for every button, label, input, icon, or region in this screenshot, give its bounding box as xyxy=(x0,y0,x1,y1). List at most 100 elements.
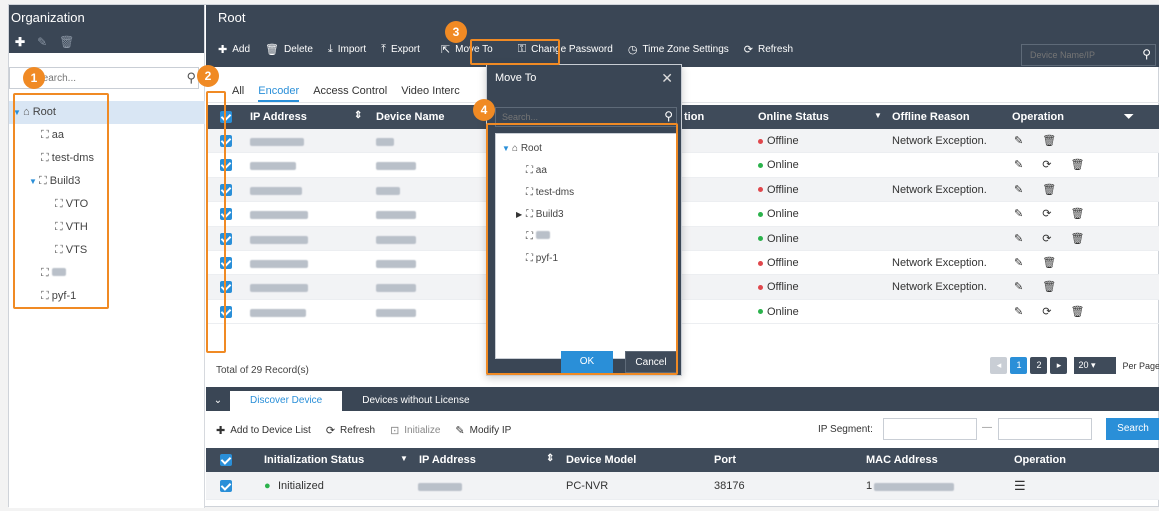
online-status-value: Offline xyxy=(758,184,799,196)
table-row[interactable]: Offline Network Exception. ✎ 🗑 xyxy=(206,129,1159,154)
details-icon[interactable]: ☰ xyxy=(1014,478,1026,494)
sort-icon[interactable]: ⇕ xyxy=(546,453,554,464)
col-discover-ip[interactable]: IP Address xyxy=(419,454,476,466)
row-operations[interactable]: ✎ ⟳ 🗑 xyxy=(1014,305,1093,318)
dialog-title: Move To xyxy=(495,72,537,84)
initialize-button[interactable]: ⊡ Initialize xyxy=(390,424,440,437)
row-operations[interactable]: ✎ ⟳ 🗑 xyxy=(1014,207,1093,220)
time-zone-button[interactable]: ◷ Time Zone Settings xyxy=(628,43,729,56)
col-init-status[interactable]: Initialization Status xyxy=(264,454,364,466)
discover-row[interactable]: ● Initialized PC-NVR 38176 1 ☰ xyxy=(206,472,1159,500)
search-icon[interactable]: ⚲ xyxy=(664,109,673,123)
discover-refresh-button[interactable]: ⟳ Refresh xyxy=(326,424,375,437)
discover-select-all-checkbox[interactable] xyxy=(220,454,232,469)
device-search-input[interactable] xyxy=(1022,45,1132,65)
device-toolbar: ✚ Add 🗑 Delete ⤓ Import ⤒ Export ⇱ Move To ⚿ C… xyxy=(206,31,1159,67)
filter-icon[interactable]: ⏷ xyxy=(1124,109,1134,124)
callout-box-dialog-tree xyxy=(486,123,678,375)
offline-reason-value: Network Exception. xyxy=(892,281,987,294)
export-button[interactable]: ⤒ Export xyxy=(381,43,420,56)
status-dot xyxy=(758,187,763,193)
redacted-device-name xyxy=(376,308,416,320)
callout-badge-2: 2 xyxy=(197,65,219,87)
page-2-button[interactable]: 2 xyxy=(1030,357,1048,374)
add-to-device-list-button[interactable]: ✚ Add to Device List xyxy=(216,424,311,437)
tab-access-control[interactable]: Access Control xyxy=(313,79,387,102)
row-operations[interactable]: ✎ ⟳ 🗑 xyxy=(1014,158,1093,171)
status-dot xyxy=(758,236,763,242)
search-icon[interactable]: ⚲ xyxy=(1142,47,1151,61)
table-row[interactable]: Offline Network Exception. ✎ 🗑 xyxy=(206,275,1159,300)
table-row[interactable]: Offline Network Exception. ✎ 🗑 xyxy=(206,177,1159,203)
close-icon[interactable]: ✕ xyxy=(661,65,673,91)
offline-reason-value: Network Exception. xyxy=(892,135,987,147)
col-ip[interactable]: IP Address xyxy=(250,111,307,123)
redacted-ip xyxy=(418,482,462,494)
import-button[interactable]: ⤓ Import xyxy=(328,43,366,56)
sort-icon[interactable]: ⇕ xyxy=(354,110,362,121)
col-discover-operation[interactable]: Operation xyxy=(1014,454,1066,466)
tab-all[interactable]: All xyxy=(232,79,244,102)
col-offline-reason[interactable]: Offline Reason xyxy=(892,111,970,123)
row-checkbox[interactable] xyxy=(220,480,232,495)
tab-encoder[interactable]: Encoder xyxy=(258,79,300,102)
col-type[interactable]: tion xyxy=(684,111,704,123)
col-mac[interactable]: MAC Address xyxy=(866,454,938,466)
redacted-device-name xyxy=(376,235,416,247)
table-row[interactable]: Online ✎ ⟳ 🗑 xyxy=(206,202,1159,227)
redacted-ip xyxy=(250,186,302,198)
table-row[interactable]: Online ✎ ⟳ 🗑 xyxy=(206,226,1159,251)
online-status-value: Online xyxy=(758,233,799,245)
table-row[interactable]: Online ✎ ⟳ 🗑 xyxy=(206,300,1159,325)
row-operations[interactable]: ✎ 🗑 xyxy=(1014,280,1064,293)
tab-discover-device[interactable]: Discover Device xyxy=(230,391,343,411)
row-operations[interactable]: ✎ 🗑 xyxy=(1014,256,1064,269)
sort-desc-icon[interactable]: ▼ xyxy=(400,454,408,463)
per-page-select[interactable]: 20 ▾ xyxy=(1074,357,1117,374)
table-row[interactable]: Offline Network Exception. ✎ 🗑 xyxy=(206,251,1159,276)
tab-devices-without-license[interactable]: Devices without License xyxy=(342,391,489,411)
redacted-ip xyxy=(250,308,306,320)
callout-box-checkboxes xyxy=(206,91,226,353)
refresh-button[interactable]: ⟳ Refresh xyxy=(744,43,793,56)
callout-badge-3: 3 xyxy=(445,21,467,43)
col-port[interactable]: Port xyxy=(714,454,736,466)
offline-reason-value: Network Exception. xyxy=(892,256,987,269)
search-icon[interactable]: ⚲ xyxy=(186,70,196,86)
col-online-status[interactable]: Online Status xyxy=(758,111,829,123)
page-1-button[interactable]: 1 xyxy=(1010,357,1028,374)
organization-toolbar: ✚ ✎ 🗑 xyxy=(9,31,204,53)
initialize-icon: ⊡ xyxy=(390,424,400,437)
status-dot xyxy=(758,309,763,315)
delete-org-icon[interactable]: 🗑 xyxy=(59,35,74,49)
modify-ip-button[interactable]: ✎ Modify IP xyxy=(455,424,511,437)
plus-icon: ✚ xyxy=(218,43,228,56)
col-device-model[interactable]: Device Model xyxy=(566,454,636,466)
col-operation[interactable]: Operation xyxy=(1012,111,1064,123)
pagination: ◂ 1 2 ▸ 20 ▾ Per Page xyxy=(990,357,1159,374)
tab-video-intercom[interactable]: Video Interc xyxy=(401,79,460,102)
init-status-value: Initialized xyxy=(278,480,324,492)
next-page-button[interactable]: ▸ xyxy=(1050,357,1068,374)
add-org-icon[interactable]: ✚ xyxy=(15,35,25,49)
edit-org-icon[interactable]: ✎ xyxy=(37,35,47,49)
ip-segment-end-input[interactable] xyxy=(998,418,1092,440)
ip-segment-start-input[interactable] xyxy=(883,418,977,440)
col-device-name[interactable]: Device Name xyxy=(376,111,445,123)
refresh-icon: ⟳ xyxy=(325,424,336,437)
row-operations[interactable]: ✎ ⟳ 🗑 xyxy=(1014,232,1093,245)
move-icon: ⇱ xyxy=(440,43,451,56)
online-status-value: Online xyxy=(758,208,799,220)
prev-page-button[interactable]: ◂ xyxy=(990,357,1008,374)
record-count: Total of 29 Record(s) xyxy=(216,365,309,376)
collapse-icon[interactable]: ⌄ xyxy=(206,391,230,411)
sort-desc-icon[interactable]: ▼ xyxy=(874,111,882,120)
row-operations[interactable]: ✎ 🗑 xyxy=(1014,134,1064,147)
ip-segment-label: IP Segment: xyxy=(818,424,873,435)
table-row[interactable]: Online ✎ ⟳ 🗑 xyxy=(206,153,1159,178)
add-button[interactable]: ✚ Add xyxy=(218,43,250,56)
search-button[interactable]: Search xyxy=(1106,418,1159,440)
delete-button[interactable]: 🗑 Delete xyxy=(265,43,313,56)
online-status-value: Offline xyxy=(758,257,799,269)
row-operations[interactable]: ✎ 🗑 xyxy=(1014,183,1064,196)
